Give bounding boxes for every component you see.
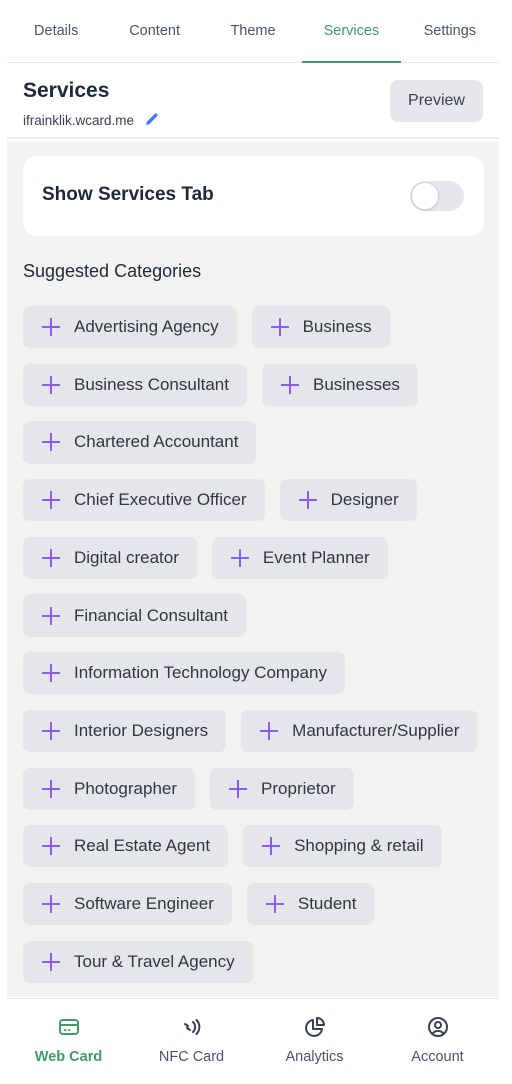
category-chip[interactable]: Chief Executive Officer <box>23 479 265 522</box>
tab-settings[interactable]: Settings <box>401 0 499 62</box>
category-chip[interactable]: Advertising Agency <box>23 306 237 349</box>
plus-icon <box>41 490 61 510</box>
plus-icon <box>298 490 318 510</box>
category-chip-list: Advertising Agency Business Business Consu… <box>23 306 485 983</box>
page-title: Services <box>23 79 110 102</box>
category-chip[interactable]: Information Technology Company <box>23 652 345 695</box>
category-chip[interactable]: Event Planner <box>211 536 388 579</box>
show-services-label: Show Services Tab <box>42 184 214 205</box>
category-chip-label: Software Engineer <box>74 893 214 913</box>
plus-icon <box>261 836 281 856</box>
category-chip-label: Tour & Travel Agency <box>74 951 235 971</box>
category-chip[interactable]: Real Estate Agent <box>23 825 229 868</box>
category-chip[interactable]: Proprietor <box>210 767 354 810</box>
plus-icon <box>265 894 285 914</box>
category-chip-label: Chief Executive Officer <box>74 490 247 510</box>
category-chip-label: Photographer <box>74 778 178 798</box>
category-chip[interactable]: Shopping & retail <box>243 825 442 868</box>
nav-analytics[interactable]: Analytics <box>253 999 376 1084</box>
nav-web-card-label: Web Card <box>34 1049 103 1065</box>
category-chip-label: Businesses <box>312 374 400 394</box>
page-header: Services ifrainklik.wcard.me Preview <box>7 63 499 139</box>
category-chip-label: Shopping & retail <box>294 836 424 856</box>
category-chip[interactable]: Tour & Travel Agency <box>23 940 253 983</box>
plus-icon <box>41 432 61 452</box>
toggle-knob <box>411 182 439 210</box>
plus-icon <box>41 894 61 914</box>
plus-icon <box>41 317 61 337</box>
category-chip[interactable]: Student <box>246 882 375 926</box>
category-chip[interactable]: Financial Consultant <box>23 594 247 637</box>
category-chip-label: Business Consultant <box>74 374 229 394</box>
nfc-icon <box>180 1015 204 1043</box>
nav-nfc-card-label: NFC Card <box>158 1049 225 1065</box>
pie-chart-icon <box>303 1015 327 1043</box>
plus-icon <box>230 548 250 568</box>
category-chip[interactable]: Photographer <box>23 767 196 810</box>
plus-icon <box>41 663 61 683</box>
category-chip-label: Proprietor <box>261 778 336 798</box>
preview-button[interactable]: Preview <box>390 80 483 122</box>
nav-nfc-card[interactable]: NFC Card <box>130 999 253 1084</box>
category-chip-label: Chartered Accountant <box>74 432 239 452</box>
plus-icon <box>41 375 61 395</box>
plus-icon <box>259 721 279 741</box>
services-panel: Show Services Tab Suggested Categories A… <box>7 141 499 997</box>
plus-icon <box>41 721 61 741</box>
tab-details[interactable]: Details <box>7 0 105 62</box>
plus-icon <box>280 375 300 395</box>
category-chip[interactable]: Business <box>251 306 390 349</box>
tab-content[interactable]: Content <box>105 0 203 62</box>
card-icon <box>57 1015 81 1043</box>
user-circle-icon <box>426 1015 450 1043</box>
category-chip[interactable]: Businesses <box>261 363 418 406</box>
show-services-toggle[interactable] <box>410 181 464 211</box>
tab-services[interactable]: Services <box>302 0 402 63</box>
card-url-row: ifrainklik.wcard.me <box>23 111 160 130</box>
show-services-card: Show Services Tab <box>23 156 484 236</box>
plus-icon <box>270 317 290 337</box>
suggested-categories-title: Suggested Categories <box>23 261 202 281</box>
category-chip[interactable]: Chartered Accountant <box>23 421 257 464</box>
category-chip-label: Digital creator <box>74 547 179 567</box>
category-chip[interactable]: Business Consultant <box>23 363 247 406</box>
category-chip-label: Event Planner <box>262 547 370 567</box>
tab-theme[interactable]: Theme <box>204 0 302 62</box>
card-url: ifrainklik.wcard.me <box>23 113 135 128</box>
category-chip-label: Information Technology Company <box>74 663 327 683</box>
nav-account-label: Account <box>411 1049 464 1065</box>
pencil-icon[interactable] <box>144 111 160 130</box>
category-chip-label: Business <box>302 317 372 337</box>
top-tabs: Details Content Theme Services Settings <box>7 0 499 63</box>
category-chip-label: Interior Designers <box>74 720 209 740</box>
category-chip-label: Manufacturer/Supplier <box>292 720 460 740</box>
nav-account[interactable]: Account <box>376 999 499 1084</box>
category-chip-label: Advertising Agency <box>74 317 219 337</box>
category-chip[interactable]: Digital creator <box>23 536 197 579</box>
plus-icon <box>41 606 61 626</box>
category-chip[interactable]: Designer <box>279 479 417 522</box>
plus-icon <box>41 779 61 799</box>
category-chip-label: Designer <box>330 490 399 510</box>
category-chip-label: Financial Consultant <box>74 605 229 625</box>
category-chip[interactable]: Software Engineer <box>23 882 232 926</box>
plus-icon <box>41 952 61 972</box>
category-chip-label: Real Estate Agent <box>74 836 211 856</box>
bottom-nav: Web Card NFC Card Analytics Account <box>7 998 499 1084</box>
plus-icon <box>41 836 61 856</box>
category-chip-label: Student <box>297 893 357 913</box>
nav-analytics-label: Analytics <box>285 1049 344 1065</box>
plus-icon <box>41 548 61 568</box>
nav-web-card[interactable]: Web Card <box>7 999 130 1084</box>
plus-icon <box>228 779 248 799</box>
category-chip[interactable]: Interior Designers <box>23 709 227 752</box>
category-chip[interactable]: Manufacturer/Supplier <box>241 709 478 752</box>
